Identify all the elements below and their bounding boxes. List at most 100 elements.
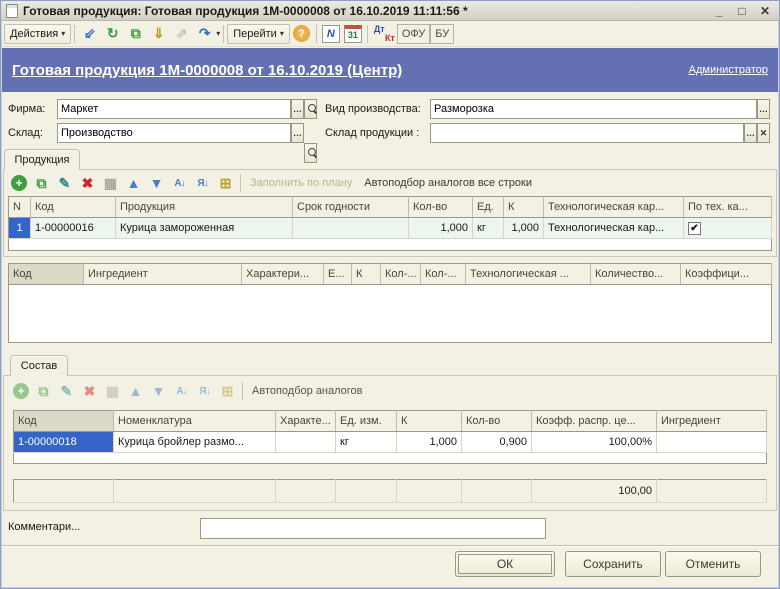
product-warehouse-field[interactable] bbox=[430, 123, 744, 143]
post-and-close-icon[interactable]: ⇙ bbox=[79, 24, 100, 43]
unpost-document-icon[interactable]: ⇗ bbox=[171, 24, 192, 43]
cell-qty[interactable]: 0,900 bbox=[462, 432, 532, 453]
edit-row-icon[interactable]: ✎ bbox=[56, 382, 77, 401]
ofu-toggle-button[interactable]: ОФУ bbox=[397, 24, 430, 44]
col-characteristic[interactable]: Характери... bbox=[242, 264, 324, 285]
move-down-icon[interactable]: ▼ bbox=[148, 382, 169, 401]
col-product[interactable]: Продукция bbox=[116, 197, 293, 218]
cell-k[interactable]: 1,000 bbox=[504, 218, 544, 239]
cell-qty[interactable]: 1,000 bbox=[409, 218, 473, 239]
by-tech-checkbox[interactable]: ✔ bbox=[688, 222, 701, 235]
warehouse-search-icon[interactable] bbox=[304, 143, 317, 163]
sort-desc-icon[interactable]: Я↓ bbox=[192, 174, 213, 193]
firm-select-button[interactable]: … bbox=[291, 99, 304, 119]
production-type-field[interactable] bbox=[430, 99, 757, 119]
add-row-icon[interactable]: + bbox=[11, 175, 27, 191]
copy-row-icon[interactable]: ⧉ bbox=[31, 174, 52, 193]
col-code[interactable]: Код bbox=[31, 197, 116, 218]
col-unit[interactable]: Ед. изм. bbox=[336, 411, 397, 432]
col-coefficient[interactable]: Коэффици... bbox=[681, 264, 772, 285]
cell-tech-card[interactable]: Технологическая кар... bbox=[544, 218, 684, 239]
col-shelf-life[interactable]: Срок годности bbox=[293, 197, 409, 218]
col-unit[interactable]: Е... bbox=[324, 264, 352, 285]
maximize-button[interactable]: □ bbox=[733, 3, 751, 19]
move-up-icon[interactable]: ▲ bbox=[125, 382, 146, 401]
end-edit-icon[interactable]: ▦ bbox=[102, 382, 123, 401]
create-based-on-icon[interactable]: ↷ bbox=[194, 24, 215, 43]
col-by-tech[interactable]: По тех. ка... bbox=[684, 197, 772, 218]
col-code[interactable]: Код bbox=[14, 411, 114, 432]
ok-button[interactable]: ОК bbox=[455, 551, 555, 577]
delete-row-icon[interactable]: ✖ bbox=[77, 174, 98, 193]
cell-code[interactable]: 1-00000016 bbox=[31, 218, 116, 239]
delete-row-icon[interactable]: ✖ bbox=[79, 382, 100, 401]
product-warehouse-select-button[interactable]: … bbox=[744, 123, 757, 143]
close-button[interactable]: ✕ bbox=[756, 3, 774, 19]
selection-icon[interactable]: ⊞ bbox=[215, 174, 236, 193]
cell-ingredient[interactable] bbox=[657, 432, 767, 453]
tab-products[interactable]: Продукция bbox=[4, 149, 80, 170]
cancel-button[interactable]: Отменить bbox=[665, 551, 761, 577]
col-code[interactable]: Код bbox=[9, 264, 84, 285]
col-k[interactable]: К bbox=[504, 197, 544, 218]
col-ingredient[interactable]: Ингредиент bbox=[84, 264, 242, 285]
cell-product[interactable]: Курица замороженная bbox=[116, 218, 293, 239]
user-link[interactable]: Администратор bbox=[689, 64, 768, 76]
cell-coef[interactable]: 100,00% bbox=[532, 432, 657, 453]
minimize-button[interactable]: _ bbox=[710, 3, 728, 19]
col-qty-2[interactable]: Кол-... bbox=[421, 264, 466, 285]
dt-kt-postings-icon[interactable]: Дт Кт bbox=[373, 24, 395, 43]
bu-toggle-button[interactable]: БУ bbox=[430, 24, 454, 44]
move-down-icon[interactable]: ▼ bbox=[146, 174, 167, 193]
cell-code[interactable]: 1-00000018 bbox=[14, 432, 114, 453]
actions-menu-button[interactable]: Действия ▾ bbox=[4, 24, 71, 44]
col-coef-distribution[interactable]: Коэфф. распр. це... bbox=[532, 411, 657, 432]
save-button[interactable]: Сохранить bbox=[565, 551, 661, 577]
production-type-select-button[interactable]: … bbox=[757, 99, 770, 119]
product-warehouse-clear-icon[interactable]: ✕ bbox=[757, 123, 770, 143]
col-nomenclature[interactable]: Номенклатура bbox=[114, 411, 276, 432]
tab-composition[interactable]: Состав bbox=[10, 355, 68, 376]
copy-row-icon[interactable]: ⧉ bbox=[33, 382, 54, 401]
firm-field[interactable] bbox=[57, 99, 291, 119]
col-characteristic[interactable]: Характе... bbox=[276, 411, 336, 432]
calendar-icon[interactable]: 31 bbox=[344, 25, 362, 43]
warehouse-field[interactable] bbox=[57, 123, 291, 143]
col-tech-card[interactable]: Технологическая кар... bbox=[544, 197, 684, 218]
cell-unit[interactable]: кг bbox=[336, 432, 397, 453]
autoselect-analogs-all-button[interactable]: Автоподбор аналогов все строки bbox=[364, 177, 532, 189]
sort-asc-icon[interactable]: А↓ bbox=[171, 382, 192, 401]
col-qty-1[interactable]: Кол-... bbox=[381, 264, 421, 285]
help-icon[interactable]: ? bbox=[293, 25, 310, 42]
col-n[interactable]: N bbox=[9, 197, 31, 218]
firm-search-icon[interactable] bbox=[304, 99, 317, 119]
col-k[interactable]: К bbox=[352, 264, 381, 285]
cell-k[interactable]: 1,000 bbox=[397, 432, 462, 453]
sort-desc-icon[interactable]: Я↓ bbox=[194, 382, 215, 401]
chevron-down-icon[interactable]: ▾ bbox=[216, 29, 220, 38]
col-ingredient[interactable]: Ингредиент bbox=[657, 411, 767, 432]
warehouse-select-button[interactable]: … bbox=[291, 123, 304, 143]
refresh-icon[interactable]: ↻ bbox=[102, 24, 123, 43]
col-qty[interactable]: Кол-во bbox=[409, 197, 473, 218]
sort-asc-icon[interactable]: А↓ bbox=[169, 174, 190, 193]
edit-row-icon[interactable]: ✎ bbox=[54, 174, 75, 193]
cell-nomenclature[interactable]: Курица бройлер размо... bbox=[114, 432, 276, 453]
comment-field[interactable] bbox=[200, 518, 546, 539]
col-unit[interactable]: Ед. bbox=[473, 197, 504, 218]
col-k[interactable]: К bbox=[397, 411, 462, 432]
cell-shelf-life[interactable] bbox=[293, 218, 409, 239]
move-up-icon[interactable]: ▲ bbox=[123, 174, 144, 193]
cell-row-number[interactable]: 1 bbox=[9, 218, 31, 239]
post-document-icon[interactable]: ⇓ bbox=[148, 24, 169, 43]
col-qty[interactable]: Кол-во bbox=[462, 411, 532, 432]
goto-menu-button[interactable]: Перейти ▾ bbox=[227, 24, 290, 44]
copy-document-icon[interactable]: ⧉ bbox=[125, 24, 146, 43]
col-tech-card[interactable]: Технологическая ... bbox=[466, 264, 591, 285]
document-number-icon[interactable]: N bbox=[322, 25, 340, 43]
cell-characteristic[interactable] bbox=[276, 432, 336, 453]
end-edit-icon[interactable]: ▦ bbox=[100, 174, 121, 193]
col-quantity[interactable]: Количество... bbox=[591, 264, 681, 285]
add-row-icon[interactable]: + bbox=[13, 383, 29, 399]
autoselect-analogs-button[interactable]: Автоподбор аналогов bbox=[252, 385, 363, 397]
